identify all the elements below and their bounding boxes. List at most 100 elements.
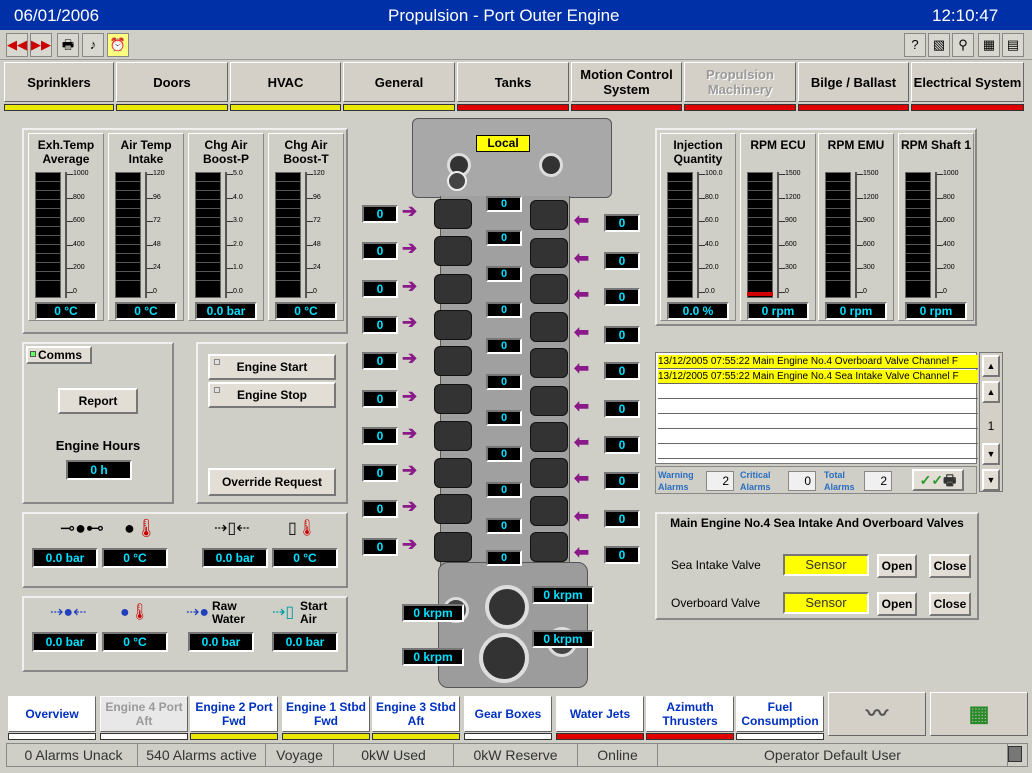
gauge-tick <box>779 268 785 269</box>
sea-intake-open-button[interactable]: Open <box>877 554 917 578</box>
gauge-tick <box>307 197 313 199</box>
scroll-bottom-icon[interactable]: ▼ <box>982 469 1000 491</box>
cylinder-right <box>530 200 568 230</box>
nav-status-bar <box>457 104 569 111</box>
music-note-icon[interactable]: ♪ <box>82 33 104 57</box>
scroll-top-icon[interactable]: ▲ <box>982 355 1000 377</box>
sea-intake-close-button[interactable]: Close <box>929 554 971 578</box>
bottom-nav-status-bar <box>646 733 734 740</box>
cylinder-right-readout: 0 <box>604 472 640 490</box>
gauge-scale <box>145 172 147 298</box>
start-air-icon: ⇢▯ <box>272 604 295 621</box>
bottom-nav-engine-1-stbd-fwd[interactable]: Engine 1 Stbd Fwd <box>282 696 370 732</box>
nav-sprinklers[interactable]: Sprinklers <box>4 62 114 102</box>
gauge-tick <box>937 244 943 246</box>
alarm-list[interactable]: 13/12/2005 07:55:22 Main Engine No.4 Ove… <box>655 352 978 464</box>
alarm-row[interactable] <box>658 415 978 429</box>
cylinder-right-readout: 0 <box>604 436 640 454</box>
nav-general[interactable]: General <box>343 62 455 102</box>
toolbar: ◀◀ ▶▶ 🖶 ♪ ⏰ ? ▧ ⚲ ▦ ▤ <box>0 30 1032 60</box>
engine-stop-button[interactable]: Engine Stop <box>208 382 336 408</box>
engine-gearbox <box>438 562 588 688</box>
comms-panel: Comms Report Engine Hours 0 h <box>22 342 174 504</box>
printer-icon[interactable]: 🖶 <box>57 33 79 57</box>
engine-hours-label: Engine Hours <box>55 438 141 453</box>
bottom-nav-engine-3-stbd-aft[interactable]: Engine 3 Stbd Aft <box>372 696 460 732</box>
nav-bilge-ballast[interactable]: Bilge / Ballast <box>798 62 909 102</box>
acknowledge-print-button[interactable]: ✓✓🖶 <box>912 469 964 491</box>
cylinder-right-readout: 0 <box>604 326 640 344</box>
bottom-nav-gear-boxes[interactable]: Gear Boxes <box>464 696 552 732</box>
alarm-row[interactable] <box>658 430 978 444</box>
nav-doors[interactable]: Doors <box>116 62 228 102</box>
help-icon[interactable]: ? <box>904 33 926 57</box>
documents-button[interactable]: ▦ <box>930 692 1028 736</box>
bottom-nav-status-bar <box>282 733 370 740</box>
gauge-tick <box>699 244 705 246</box>
warning-alarms-label: Warning Alarms <box>658 470 694 492</box>
nav-status-bar <box>343 104 455 111</box>
calculator-icon[interactable]: ▦ <box>978 33 1000 57</box>
picture-icon[interactable]: ▧ <box>928 33 950 57</box>
overboard-close-button[interactable]: Close <box>929 592 971 616</box>
gauge-label: RPM EMU <box>827 138 885 152</box>
nav-tanks[interactable]: Tanks <box>457 62 569 102</box>
cylinder-right <box>530 312 568 342</box>
alarm-scrollbar[interactable]: ▲ ▲ 1 ▼ ▼ <box>979 352 1003 492</box>
gauge-tick-label: 1500 <box>785 170 801 177</box>
page-icon[interactable] <box>1008 746 1022 762</box>
gauge-tick-label: 20.0 <box>705 264 719 271</box>
cylinder-center-readout: 0 <box>486 550 522 566</box>
fast-forward-icon[interactable]: ▶▶ <box>30 33 52 57</box>
cylinder-right-readout: 0 <box>604 362 640 380</box>
gauge-tick-label: 2.0 <box>233 240 243 248</box>
alarm-row[interactable] <box>658 385 978 399</box>
bottom-nav-status-bar <box>372 733 460 740</box>
bottom-nav-engine-4-port-aft[interactable]: Engine 4 Port Aft <box>100 696 188 732</box>
cylinder-left-readout: 0 <box>362 316 398 334</box>
gauge-scale <box>697 172 699 298</box>
valve-panel-title: Main Engine No.4 Sea Intake And Overboar… <box>670 516 964 530</box>
report-button[interactable]: Report <box>58 388 138 414</box>
bottom-nav-engine-2-port-fwd[interactable]: Engine 2 Port Fwd <box>190 696 278 732</box>
gauge-tick-label: 0 <box>785 287 789 295</box>
gauge-scale <box>305 172 307 298</box>
override-request-button[interactable]: Override Request <box>208 468 336 496</box>
trend-button[interactable]: 〰 <box>828 692 926 736</box>
alarm-clock-icon[interactable]: ⏰ <box>107 33 129 57</box>
alarm-row[interactable]: 13/12/2005 07:55:22 Main Engine No.4 Ove… <box>658 355 978 369</box>
scroll-down-icon[interactable]: ▼ <box>982 443 1000 465</box>
gauge-tick-label: 100.0 <box>705 170 723 177</box>
gauge-label: Chg Air Boost-P <box>203 138 249 166</box>
nav-propulsion-machinery[interactable]: Propulsion Machinery <box>684 62 796 102</box>
bottom-nav-azimuth-thrusters[interactable]: Azimuth Thrusters <box>646 696 734 732</box>
gauge-label: RPM Shaft 1 <box>900 138 971 152</box>
oil-temperature-icon: ●🌡 <box>124 518 158 538</box>
gauge-label: Air Temp Intake <box>120 138 172 166</box>
nav-hvac[interactable]: HVAC <box>230 62 341 102</box>
nav-electrical-system[interactable]: Electrical System <box>911 62 1024 102</box>
gauge-tick-label: 900 <box>863 217 875 224</box>
engine-start-button[interactable]: Engine Start <box>208 354 336 380</box>
alarm-row[interactable] <box>658 445 978 459</box>
bottom-nav-fuel-consumption[interactable]: Fuel Consumption <box>736 696 824 732</box>
bottom-nav-overview[interactable]: Overview <box>8 696 96 732</box>
cylinder-left <box>434 458 472 488</box>
overboard-open-button[interactable]: Open <box>877 592 917 616</box>
nav-status-bar <box>116 104 228 111</box>
alarm-row[interactable]: 13/12/2005 07:55:22 Main Engine No.4 Sea… <box>658 370 978 384</box>
document-icon[interactable]: ▤ <box>1002 33 1024 57</box>
cylinder-right-readout: 0 <box>604 400 640 418</box>
bottom-nav-water-jets[interactable]: Water Jets <box>556 696 644 732</box>
gauge-tick <box>67 244 73 246</box>
gauge-tick-label: 0 <box>73 287 77 295</box>
gauge-tick <box>937 197 943 199</box>
alarm-row[interactable] <box>658 400 978 414</box>
scroll-up-icon[interactable]: ▲ <box>982 381 1000 403</box>
rewind-icon[interactable]: ◀◀ <box>6 33 28 57</box>
magnifier-icon[interactable]: ⚲ <box>952 33 974 57</box>
gauge-tick-label: 800 <box>73 193 85 201</box>
arrow-right-icon: ➔ <box>402 238 418 258</box>
nav-motion-control-system[interactable]: Motion Control System <box>571 62 682 102</box>
gauge-tick-label: 1.0 <box>233 264 243 271</box>
